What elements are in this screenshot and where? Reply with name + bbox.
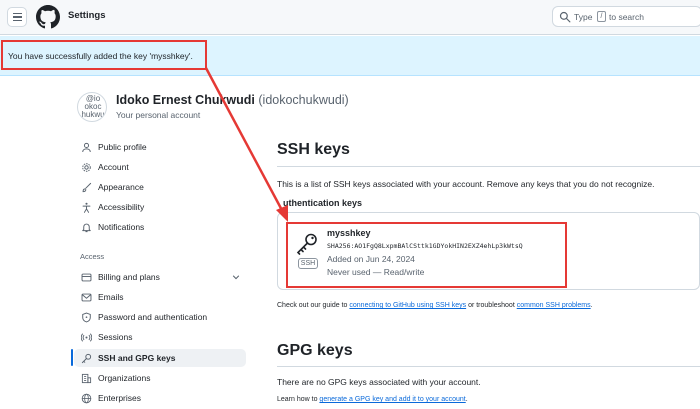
- user-handle: (idokochukwudi): [258, 93, 349, 107]
- sidebar-item-label: Billing and plans: [98, 272, 160, 282]
- sidebar-item-accessibility[interactable]: Accessibility: [80, 198, 248, 216]
- gpg-learn-prefix: Learn how to: [277, 396, 320, 403]
- person-icon: [80, 141, 92, 153]
- search-placeholder-suffix: to search: [609, 12, 644, 22]
- flash-message: You have successfully added the key 'mys…: [8, 51, 193, 61]
- generate-gpg-key-link[interactable]: generate a GPG key and add it to your ac…: [319, 396, 465, 403]
- bell-icon: [80, 221, 92, 233]
- paintbrush-icon: [80, 181, 92, 193]
- sidebar-item-enterprises[interactable]: Enterprises: [80, 389, 248, 407]
- key-usage: Never used — Read/write: [327, 267, 425, 277]
- sidebar-item-notifications[interactable]: Notifications: [80, 218, 248, 236]
- user-full-name: Idoko Ernest Chukwudi: [116, 93, 255, 107]
- sidebar-item-label: Organizations: [98, 373, 151, 383]
- sidebar-item-organizations[interactable]: Organizations: [80, 369, 248, 387]
- gpg-keys-heading: GPG keys: [277, 342, 353, 359]
- ssh-keys-heading: SSH keys: [277, 141, 350, 158]
- key-title: mysshkey: [327, 228, 371, 238]
- mail-icon: [80, 291, 92, 303]
- gear-icon: [80, 161, 92, 173]
- key-icon: [296, 233, 317, 255]
- sidebar-item-sessions[interactable]: Sessions: [80, 328, 248, 346]
- search-icon: [559, 11, 571, 23]
- page-title: Settings: [68, 10, 106, 21]
- slash-key-hint: /: [597, 11, 606, 22]
- key-added-date: Added on Jun 24, 2024: [327, 254, 415, 264]
- authentication-keys-heading: uthentication keys: [283, 198, 363, 208]
- sidebar-item-label: Emails: [98, 292, 124, 302]
- sidebar-item-label: SSH and GPG keys: [98, 353, 176, 363]
- hamburger-menu-button[interactable]: [7, 7, 27, 27]
- user-name[interactable]: Idoko Ernest Chukwudi (idokochukwudi): [116, 93, 349, 107]
- sidebar-item-label: Account: [98, 162, 129, 172]
- organization-icon: [80, 372, 92, 384]
- sidebar-item-appearance[interactable]: Appearance: [80, 178, 248, 196]
- sidebar-item-ssh-gpg-keys[interactable]: SSH and GPG keys: [74, 349, 246, 367]
- avatar-alt-line-3: hukwu: [81, 110, 105, 119]
- sidebar-item-label: Enterprises: [98, 393, 141, 403]
- ssh-guide-text: Check out our guide to connecting to Git…: [277, 302, 593, 309]
- active-indicator: [71, 349, 73, 366]
- gpg-learn-suffix: .: [465, 396, 468, 403]
- key-fingerprint: SHA256:AO1FgQ8LxpmBAlCSttk1GDYokHIN2EXZ4…: [327, 242, 523, 250]
- ssh-keys-description: This is a list of SSH keys associated wi…: [277, 179, 655, 189]
- search-placeholder-prefix: Type: [574, 12, 593, 22]
- shield-lock-icon: [80, 311, 92, 323]
- accessibility-icon: [80, 201, 92, 213]
- divider: [277, 366, 700, 367]
- sidebar-item-account[interactable]: Account: [80, 158, 248, 176]
- avatar[interactable]: @io okoc hukwu: [77, 92, 107, 122]
- sidebar-item-label: Public profile: [98, 142, 147, 152]
- sidebar-item-label: Notifications: [98, 222, 145, 232]
- common-ssh-problems-link[interactable]: common SSH problems: [517, 302, 591, 309]
- account-subtitle: Your personal account: [116, 110, 201, 120]
- credit-card-icon: [80, 271, 92, 283]
- top-bar: Settings Type / to search: [0, 0, 700, 35]
- divider: [277, 166, 700, 167]
- guide-middle: or troubleshoot: [466, 302, 517, 309]
- key-icon: [80, 352, 92, 364]
- sidebar-item-label: Accessibility: [98, 202, 145, 212]
- github-logo-icon[interactable]: [36, 5, 60, 29]
- sidebar-item-label: Sessions: [98, 332, 133, 342]
- guide-suffix: .: [590, 302, 593, 309]
- sidebar-item-billing[interactable]: Billing and plans: [80, 268, 248, 286]
- connecting-ssh-guide-link[interactable]: connecting to GitHub using SSH keys: [349, 302, 466, 309]
- globe-icon: [80, 392, 92, 404]
- ssh-badge: SSH: [298, 258, 318, 269]
- sidebar-item-emails[interactable]: Emails: [80, 288, 248, 306]
- guide-prefix: Check out our guide to: [277, 302, 350, 309]
- sidebar-item-password-authentication[interactable]: Password and authentication: [80, 308, 248, 326]
- broadcast-icon: [80, 331, 92, 343]
- gpg-empty-message: There are no GPG keys associated with yo…: [277, 377, 481, 387]
- sidebar-item-public-profile[interactable]: Public profile: [80, 138, 248, 156]
- sidebar-item-label: Password and authentication: [98, 312, 208, 322]
- sidebar-item-label: Appearance: [98, 182, 144, 192]
- search-input[interactable]: Type / to search: [552, 6, 700, 27]
- sidebar-section-heading: Access: [80, 252, 105, 261]
- gpg-learn-text: Learn how to generate a GPG key and add …: [277, 396, 468, 403]
- chevron-down-icon[interactable]: [232, 273, 240, 281]
